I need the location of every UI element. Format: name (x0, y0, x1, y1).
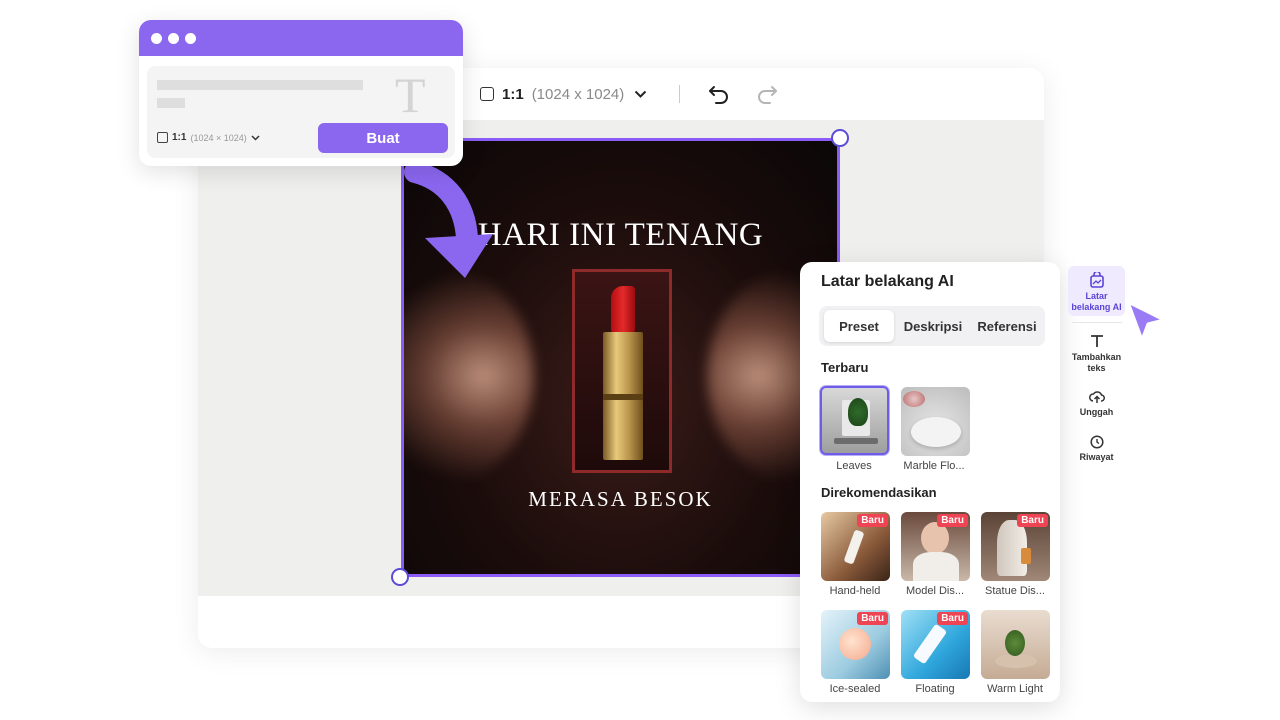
smoke-burst-left (404, 271, 534, 481)
lipstick-bullet (611, 286, 635, 332)
placeholder-line (157, 98, 185, 108)
resize-handle-bottom-left[interactable] (391, 568, 409, 586)
placeholder-line (157, 80, 363, 90)
preset-label-ice-sealed: Ice-sealed (829, 683, 881, 695)
new-badge: Baru (857, 514, 888, 527)
tool-rail: Latar belakang AI Tambahkan teks Unggah … (1064, 262, 1128, 472)
preset-thumb-statue-display[interactable]: Baru (981, 512, 1050, 581)
text-icon (1090, 335, 1103, 347)
preset-label-warm-light: Warm Light (987, 683, 1043, 695)
resize-handle-top-right[interactable] (831, 129, 849, 147)
window-dot-icon (168, 32, 179, 44)
upload-cloud-icon (1088, 391, 1105, 403)
window-dot-icon (185, 32, 196, 44)
rail-label-history: Riwayat (1079, 452, 1114, 462)
chevron-down-icon[interactable] (634, 87, 647, 102)
tab-deskripsi[interactable]: Deskripsi (897, 310, 969, 342)
ratio-checkbox-icon[interactable] (157, 132, 168, 143)
mini-ratio-dimensions: (1024 × 1024) (190, 132, 247, 143)
preset-label-statue-display: Statue Dis... (985, 585, 1045, 597)
preset-label-marble: Marble Flo... (903, 460, 965, 472)
rail-label-ai-background: Latar belakang AI (1071, 291, 1122, 312)
preset-thumb-ice-sealed[interactable]: Baru (821, 610, 890, 679)
new-badge: Baru (937, 612, 968, 625)
window-titlebar (139, 20, 463, 56)
preset-thumb-floating[interactable]: Baru (901, 610, 970, 679)
preset-thumb-marble[interactable] (901, 387, 970, 456)
chevron-down-icon (251, 134, 260, 141)
preset-label-hand-held: Hand-held (829, 585, 881, 597)
ai-background-icon (1089, 272, 1104, 288)
panel-tabs: Preset Deskripsi Referensi (819, 306, 1045, 346)
recommended-section-label: Direkomendasikan (821, 485, 937, 500)
mouse-cursor-icon (1126, 300, 1166, 342)
rail-item-upload[interactable]: Unggah (1068, 390, 1125, 420)
preset-label-floating: Floating (915, 683, 955, 695)
rail-item-add-text[interactable]: Tambahkan teks (1068, 334, 1125, 374)
rail-item-history[interactable]: Riwayat (1068, 435, 1125, 465)
text-T-icon: T (395, 67, 426, 123)
editor-toolbar: 1:1 (1024 x 1024) (480, 80, 780, 108)
flow-arrow-icon (404, 161, 493, 278)
panel-title: Latar belakang AI (821, 273, 954, 290)
new-badge: Baru (1017, 514, 1048, 527)
ratio-label[interactable]: 1:1 (502, 86, 524, 103)
preset-label-leaves: Leaves (836, 460, 872, 472)
toolbar-divider (679, 85, 681, 103)
preset-label-model-display: Model Dis... (905, 585, 965, 597)
rail-label-add-text: Tambahkan teks (1071, 352, 1122, 373)
lipstick-ring (603, 394, 643, 400)
design-subtitle: MERASA BESOK (528, 487, 713, 511)
ratio-checkbox-icon[interactable] (480, 87, 494, 101)
prompt-card: T 1:1 (1024 × 1024) Buat (139, 20, 463, 166)
window-dot-icon (151, 32, 162, 44)
preset-thumb-hand-held[interactable]: Baru (821, 512, 890, 581)
ratio-dimensions[interactable]: (1024 x 1024) (532, 86, 625, 103)
create-button[interactable]: Buat (318, 123, 448, 153)
tab-referensi[interactable]: Referensi (971, 310, 1043, 342)
mini-ratio-selector[interactable]: 1:1 (1024 × 1024) (157, 132, 260, 143)
new-badge: Baru (937, 514, 968, 527)
rail-item-ai-background[interactable]: Latar belakang AI (1068, 266, 1125, 316)
undo-icon[interactable] (706, 81, 732, 107)
redo-icon[interactable] (754, 81, 780, 107)
history-clock-icon (1089, 435, 1104, 449)
new-badge: Baru (857, 612, 888, 625)
lipstick-box (572, 269, 672, 473)
mini-ratio-label: 1:1 (172, 132, 187, 143)
tab-preset[interactable]: Preset (824, 310, 894, 342)
prompt-input[interactable]: T 1:1 (1024 × 1024) Buat (147, 66, 455, 158)
rail-label-upload: Unggah (1079, 407, 1114, 417)
ai-background-panel: Latar belakang AI Preset Deskripsi Refer… (800, 262, 1060, 702)
preset-thumb-warm-light[interactable] (981, 610, 1050, 679)
preset-thumb-model-display[interactable]: Baru (901, 512, 970, 581)
recent-section-label: Terbaru (821, 360, 869, 375)
preset-thumb-leaves[interactable] (820, 386, 889, 455)
rail-divider (1072, 322, 1122, 323)
stage: 1:1 (1024 x 1024) HARI INI TENANG MERASA… (0, 0, 1280, 720)
